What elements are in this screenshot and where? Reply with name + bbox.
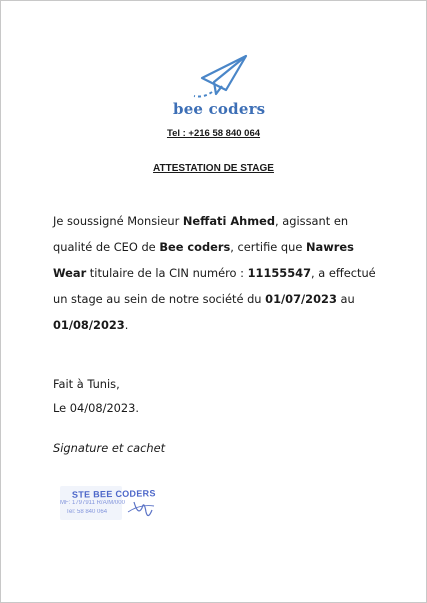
place-date-block: Fait à Tunis, Le 04/08/2023. [53,372,139,420]
phone-number: Tel : +216 58 840 064 [166,128,261,139]
stamp-line-1: MF: 1797911 R/A/M/000 [60,500,125,506]
ceo-name: Neffati Ahmed [182,214,276,228]
document-title: ATTESTATION DE STAGE [153,163,274,174]
cin-number: 11155547 [247,266,312,280]
stamp-title: STE BEE CODERS [71,488,156,500]
brand-name: bee coders [173,100,266,118]
end-date: 01/08/2023 [53,318,125,332]
date-line: Le 04/08/2023. [53,401,140,415]
stamp-line-2: Tel: 58 840 064 [66,509,108,515]
signature-label: Signature et cachet [53,441,166,455]
body-text-3: , certifie que [230,240,306,254]
body-text-1: Je soussigné Monsieur [53,214,183,228]
place-line: Fait à Tunis, [53,377,120,391]
attestation-paragraph: Je soussigné Monsieur Neffati Ahmed, agi… [53,208,383,338]
body-text-4: titulaire de la CIN numéro : [86,266,248,280]
body-text-6: au [336,292,355,306]
company-name: Bee coders [159,240,231,254]
body-text-7: . [124,318,129,332]
start-date: 01/07/2023 [265,292,337,306]
